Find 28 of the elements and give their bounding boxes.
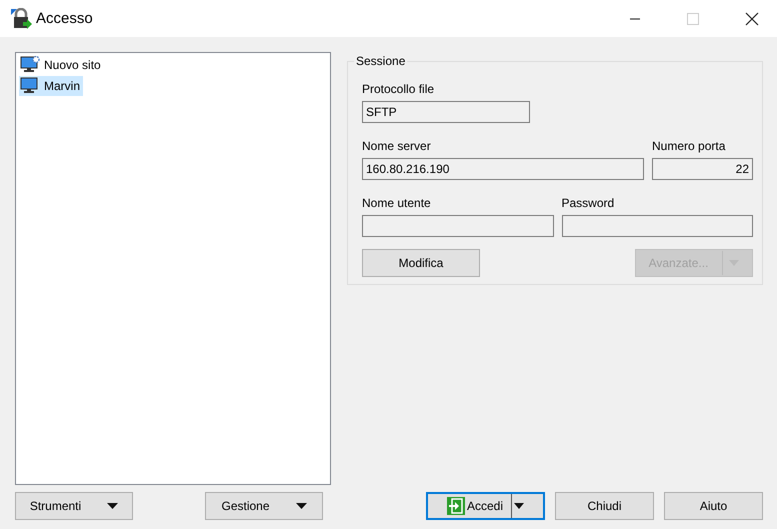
field-label: Password xyxy=(562,196,616,210)
close-icon[interactable] xyxy=(745,12,759,26)
session-button[interactable]: Modifica xyxy=(362,249,480,277)
group-title: Sessione xyxy=(355,54,406,68)
menu-button[interactable]: Gestione xyxy=(205,492,323,520)
site-item[interactable]: Marvin xyxy=(19,76,84,96)
protocol-field[interactable]: SFTP xyxy=(362,101,530,123)
caret-icon xyxy=(514,503,524,509)
field-label: Protocollo file xyxy=(362,82,436,96)
computer-icon xyxy=(20,77,40,95)
field-label: Numero porta xyxy=(652,139,726,153)
padlock-icon xyxy=(10,8,32,30)
computer-gear-icon xyxy=(20,56,40,74)
site-item[interactable]: Nuovo sito xyxy=(19,55,104,75)
login-icon xyxy=(446,497,465,515)
window-title: Accesso xyxy=(36,10,93,27)
username-field[interactable] xyxy=(362,215,554,237)
dialog-button[interactable]: Chiudi xyxy=(555,492,654,520)
dialog-button[interactable]: Accedi xyxy=(426,492,545,520)
caret-icon xyxy=(296,503,307,509)
port-field[interactable]: 22 xyxy=(652,158,753,180)
field-label: Nome server xyxy=(362,139,432,153)
server-field[interactable]: 160.80.216.190 xyxy=(362,158,644,180)
caret-icon xyxy=(107,503,118,509)
menu-button[interactable]: Strumenti xyxy=(15,492,133,520)
password-field[interactable] xyxy=(562,215,753,237)
field-label: Nome utente xyxy=(362,196,432,210)
dialog-button[interactable]: Aiuto xyxy=(664,492,763,520)
